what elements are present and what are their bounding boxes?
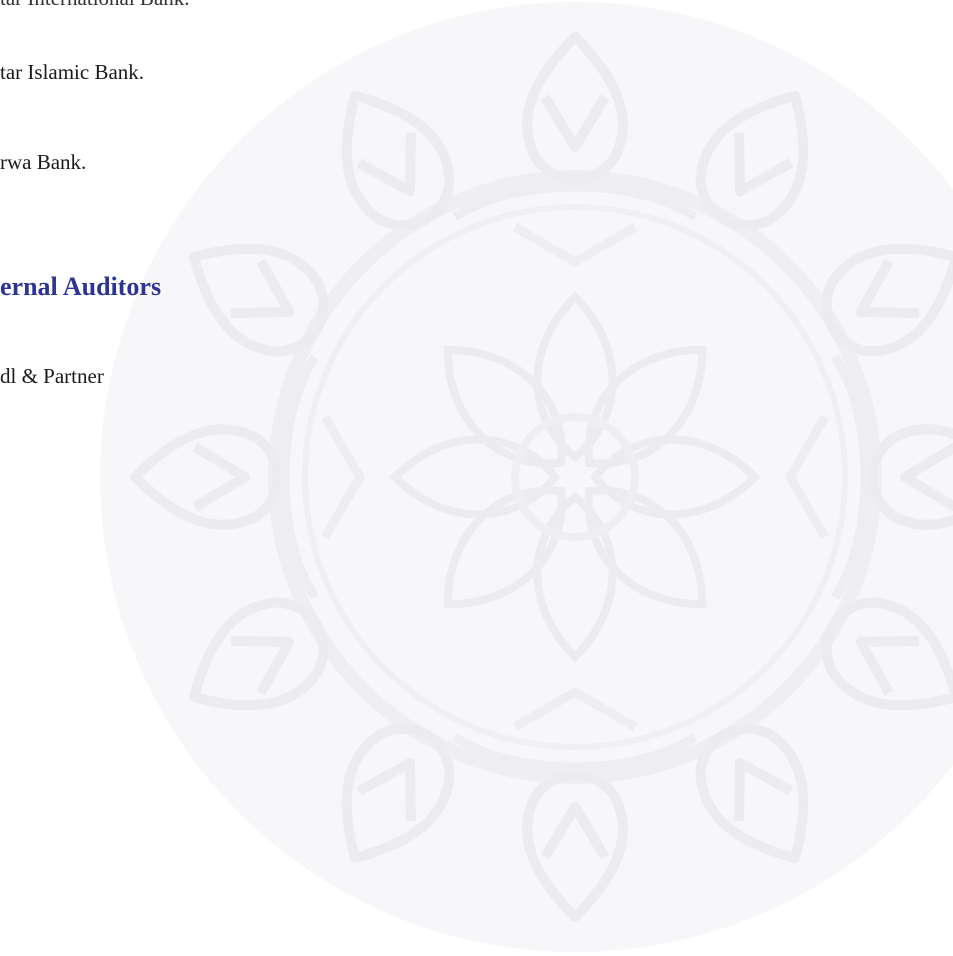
body-text-line: rwa Bank. [0,150,87,174]
partial-text-line-top: tar International Bank. [0,0,190,9]
rosette-watermark-icon [100,2,953,952]
section-heading: ernal Auditors [0,272,162,301]
body-text-line: dl & Partner [0,364,104,388]
body-text-line: tar Islamic Bank. [0,60,145,84]
